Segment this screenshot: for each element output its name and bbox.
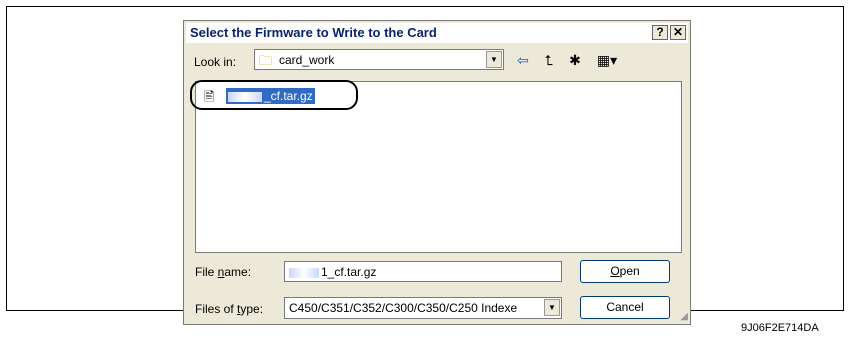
new-folder-icon[interactable]: ✱ [566,51,584,69]
file-type-label: Files of type: [195,302,264,316]
cancel-button[interactable]: Cancel [580,296,670,319]
title-bar: Select the Firmware to Write to the Card… [186,23,688,43]
file-type-select[interactable]: C450/C351/C352/C300/C350/C250 Indexe ▼ [284,297,562,319]
resize-grip-icon[interactable]: ◢ [680,311,688,322]
file-name-input[interactable]: 1_cf.tar.gz [284,261,562,282]
back-arrow-icon[interactable]: ⇦ [514,51,532,69]
file-list[interactable]: 🖹 _cf.tar.gz [190,80,682,253]
redacted-text [289,267,319,278]
up-folder-icon[interactable]: ⮤ [540,51,558,69]
dialog-title: Select the Firmware to Write to the Card [190,25,437,40]
figure-code: 9J06F2E714DA [741,322,819,334]
look-in-label: Look in: [194,55,237,69]
look-in-combo[interactable]: 🗀 card_work ▼ [254,49,504,70]
views-menu-icon[interactable]: ▦▾ [594,51,620,69]
file-name-label: File name: [195,265,252,279]
firmware-dialog: Select the Firmware to Write to the Card… [183,20,691,325]
file-type-value: C450/C351/C352/C300/C350/C250 Indexe [289,301,518,315]
open-button[interactable]: Open [580,260,670,283]
close-button[interactable]: ✕ [670,25,686,40]
callout-highlight [190,80,358,110]
help-button[interactable]: ? [652,25,668,40]
look-in-value: card_work [279,53,335,67]
chevron-down-icon[interactable]: ▼ [544,299,560,316]
chevron-down-icon[interactable]: ▼ [486,51,502,68]
folder-icon: 🗀 [259,53,273,68]
